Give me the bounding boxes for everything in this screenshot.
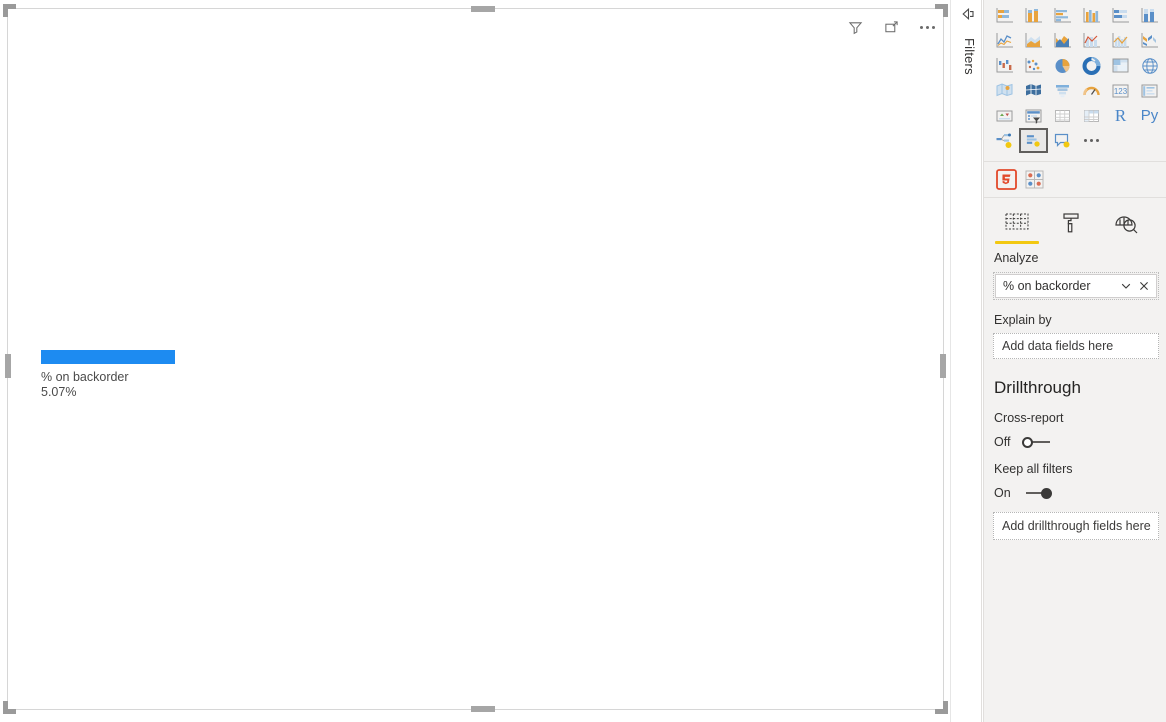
paint-roller-icon xyxy=(1058,208,1084,238)
pie-chart-icon[interactable] xyxy=(1048,53,1077,78)
bar-category-label: % on backorder xyxy=(41,370,129,384)
visualization-gallery: 123 R Py xyxy=(984,0,1166,159)
resize-handle-left-middle[interactable] xyxy=(5,354,11,378)
tab-underline xyxy=(1103,241,1147,244)
focus-mode-icon[interactable] xyxy=(881,17,901,37)
kpi-icon[interactable] xyxy=(990,103,1019,128)
map-icon[interactable] xyxy=(1135,53,1164,78)
bar-value-label: 5.07% xyxy=(41,385,77,399)
shape-map-icon[interactable] xyxy=(1019,78,1048,103)
keep-all-filters-toggle[interactable] xyxy=(1022,486,1052,500)
keep-all-filters-state-text: On xyxy=(994,486,1011,500)
drillthrough-dropzone[interactable]: Add drillthrough fields here xyxy=(993,512,1159,540)
key-influencers-icon[interactable] xyxy=(1019,128,1048,153)
analyze-field-well[interactable]: % on backorder xyxy=(993,272,1159,300)
analytics-magnifier-icon xyxy=(1111,208,1139,238)
tab-underline xyxy=(1049,241,1093,244)
ribbon-chart-icon[interactable] xyxy=(1135,28,1164,53)
svg-text:123: 123 xyxy=(1114,87,1128,96)
custom-visuals-row xyxy=(984,162,1166,197)
analyze-field-chip[interactable]: % on backorder xyxy=(995,274,1157,298)
html-content-visual-icon[interactable] xyxy=(995,168,1017,190)
active-tab-caption: Analyze xyxy=(994,251,1039,265)
bar-fill[interactable] xyxy=(41,350,175,364)
slicer-icon[interactable] xyxy=(1019,103,1048,128)
visual-header-icons xyxy=(845,17,937,37)
fields-table-icon xyxy=(1002,208,1032,238)
funnel-chart-icon[interactable] xyxy=(1048,78,1077,103)
power-bi-report-view: % on backorder 5.07% Filters 123 R Py An… xyxy=(0,0,1166,722)
bar-track xyxy=(41,350,361,364)
line-chart-icon[interactable] xyxy=(990,28,1019,53)
r-script-label: R xyxy=(1114,105,1127,125)
analyze-field-value: % on backorder xyxy=(1003,279,1091,293)
hundred-percent-stacked-bar-chart-icon[interactable] xyxy=(1106,3,1135,28)
python-visual-icon[interactable]: Py xyxy=(1135,103,1164,128)
resize-handle-bottom-right[interactable] xyxy=(934,700,948,714)
cross-report-label: Cross-report xyxy=(994,411,1064,425)
stacked-column-chart-icon[interactable] xyxy=(1019,3,1048,28)
cross-report-toggle[interactable] xyxy=(1022,435,1052,449)
tab-fields[interactable] xyxy=(990,208,1044,246)
waterfall-chart-icon[interactable] xyxy=(990,53,1019,78)
resize-handle-top-right[interactable] xyxy=(934,4,948,18)
clustered-column-chart-icon[interactable] xyxy=(1077,3,1106,28)
stacked-area-chart-icon[interactable] xyxy=(1048,28,1077,53)
clustered-bar-chart-icon[interactable] xyxy=(1048,3,1077,28)
filter-icon[interactable] xyxy=(845,17,865,37)
matrix-icon[interactable] xyxy=(1077,103,1106,128)
cross-report-state-text: Off xyxy=(994,435,1011,449)
toggle-knob xyxy=(1022,437,1033,448)
pane-tab-strip xyxy=(984,198,1166,246)
treemap-icon[interactable] xyxy=(1106,53,1135,78)
resize-handle-top-left[interactable] xyxy=(3,4,17,18)
resize-handle-top-center[interactable] xyxy=(471,6,495,12)
filters-pane-label[interactable]: Filters xyxy=(957,38,977,75)
line-and-clustered-column-chart-icon[interactable] xyxy=(1106,28,1135,53)
python-label: Py xyxy=(1140,107,1159,124)
filled-map-icon[interactable] xyxy=(990,78,1019,103)
scatter-chart-icon[interactable] xyxy=(1019,53,1048,78)
report-canvas[interactable]: % on backorder 5.07% xyxy=(0,0,950,722)
line-and-stacked-column-chart-icon[interactable] xyxy=(1077,28,1106,53)
explain-by-label: Explain by xyxy=(994,313,1052,327)
tab-analytics[interactable] xyxy=(1098,208,1152,246)
drillthrough-heading: Drillthrough xyxy=(994,378,1081,397)
keep-all-filters-toggle-row[interactable]: On xyxy=(984,476,1166,500)
keep-all-filters-label: Keep all filters xyxy=(994,462,1073,476)
expand-filters-icon[interactable] xyxy=(959,6,977,22)
area-chart-icon[interactable] xyxy=(1019,28,1048,53)
card-icon[interactable]: 123 xyxy=(1106,78,1135,103)
r-script-visual-icon[interactable]: R xyxy=(1106,103,1135,128)
donut-chart-icon[interactable] xyxy=(1077,53,1106,78)
custom-visual-icon[interactable] xyxy=(1023,168,1045,190)
resize-handle-right-middle[interactable] xyxy=(940,354,946,378)
resize-handle-bottom-center[interactable] xyxy=(471,706,495,712)
more-visuals-icon[interactable] xyxy=(1077,128,1106,153)
explain-by-dropzone[interactable]: Add data fields here xyxy=(993,333,1159,359)
key-influencers-visual[interactable]: % on backorder 5.07% xyxy=(3,4,948,714)
gauge-chart-icon[interactable] xyxy=(1077,78,1106,103)
filters-pane-collapsed[interactable]: Filters xyxy=(950,0,982,722)
more-options-icon[interactable] xyxy=(917,17,937,37)
table-icon[interactable] xyxy=(1048,103,1077,128)
toggle-knob xyxy=(1041,488,1052,499)
visualizations-pane: 123 R Py Analyze % on backorder Explain … xyxy=(983,0,1166,722)
qna-visual-icon[interactable] xyxy=(1048,128,1077,153)
chevron-down-icon[interactable] xyxy=(1118,278,1134,294)
resize-handle-bottom-left[interactable] xyxy=(3,700,17,714)
decomposition-tree-icon[interactable] xyxy=(990,128,1019,153)
tab-format[interactable] xyxy=(1044,208,1098,246)
stacked-bar-chart-icon[interactable] xyxy=(990,3,1019,28)
key-influencers-bar[interactable]: % on backorder 5.07% xyxy=(41,350,361,400)
multi-row-card-icon[interactable] xyxy=(1135,78,1164,103)
cross-report-toggle-row[interactable]: Off xyxy=(984,425,1166,449)
tab-active-underline xyxy=(995,241,1039,244)
hundred-percent-stacked-column-chart-icon[interactable] xyxy=(1135,3,1164,28)
close-icon[interactable] xyxy=(1136,278,1152,294)
